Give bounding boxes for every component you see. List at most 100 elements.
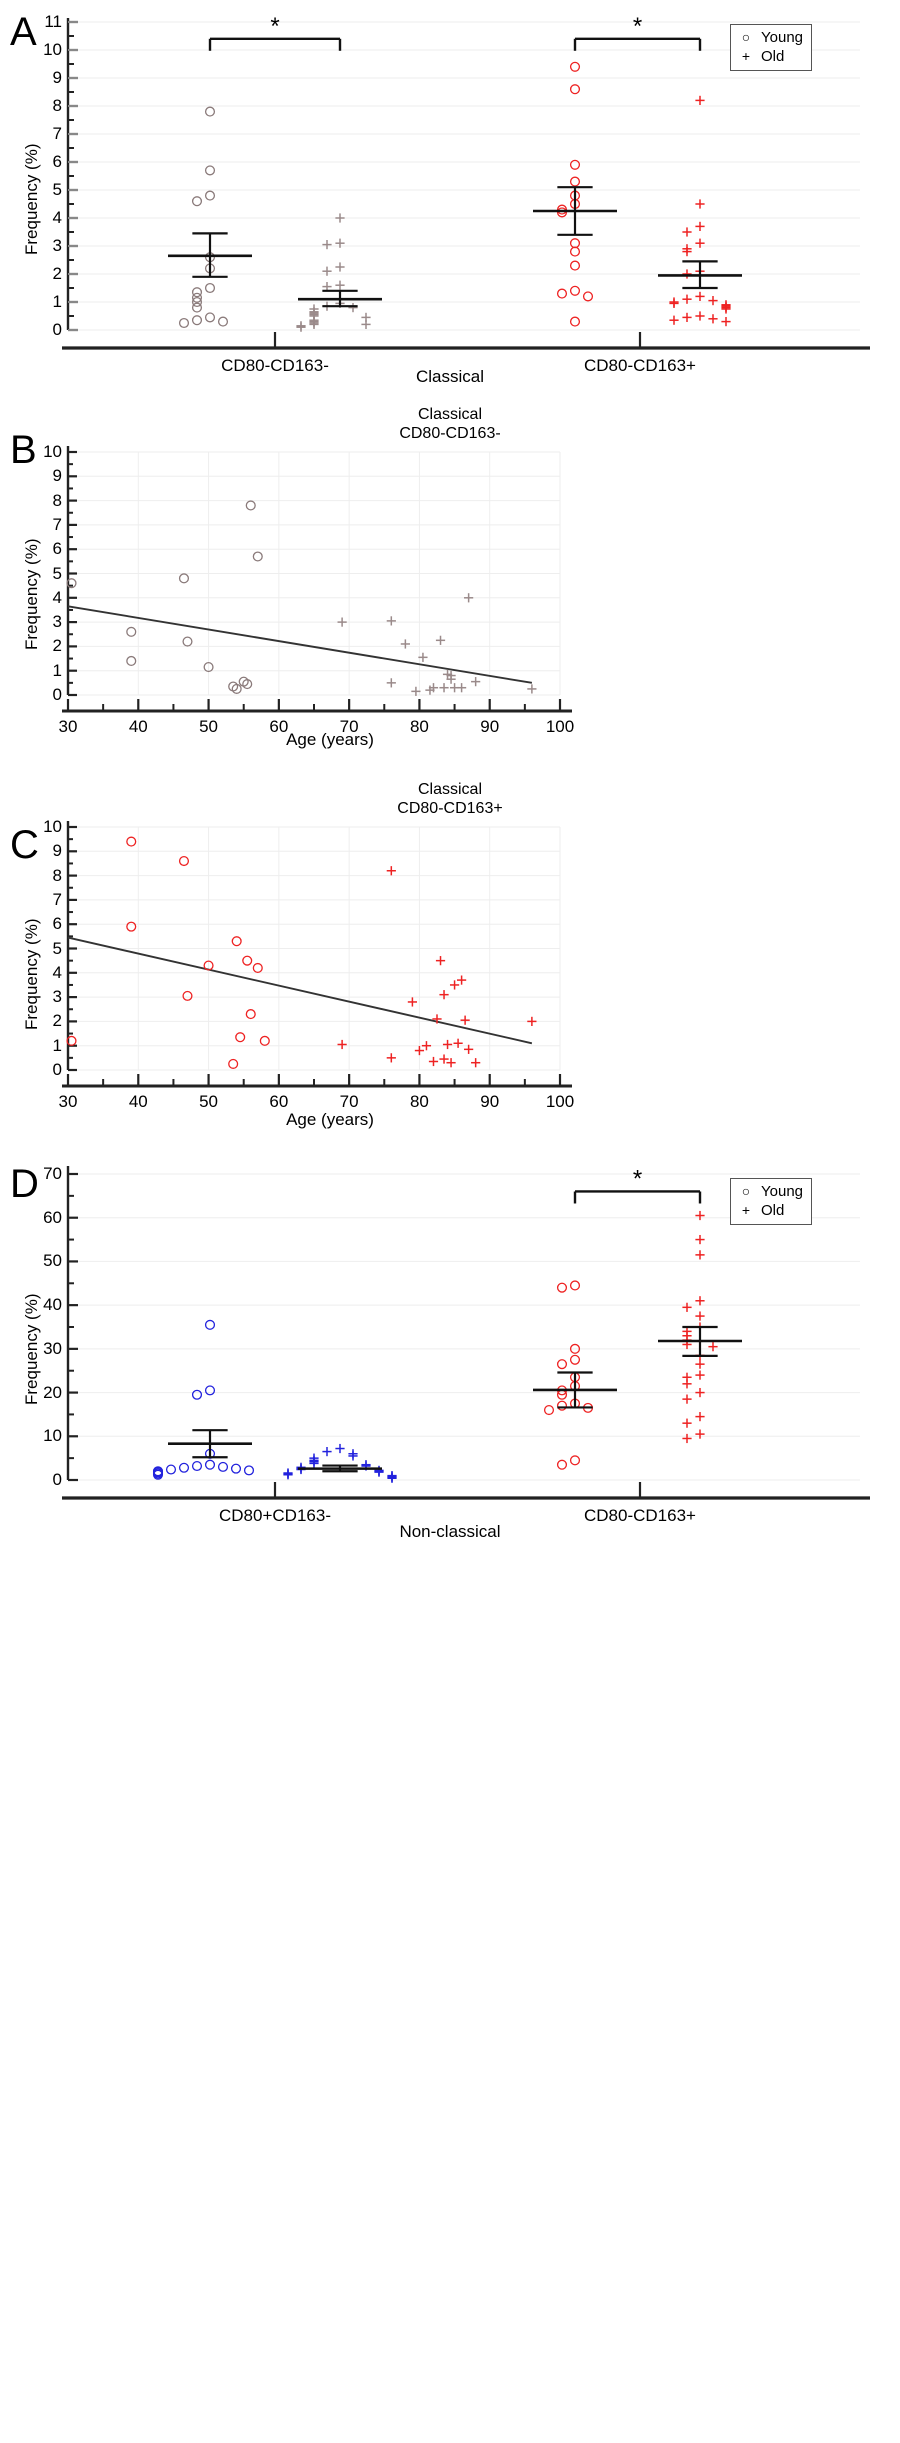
x-tick-label: 90: [480, 717, 500, 736]
data-point-plus: [695, 291, 705, 301]
data-point-circle: [235, 1032, 246, 1043]
data-point-plus: [453, 1038, 463, 1048]
data-point-plus: [682, 1302, 692, 1312]
mean-sem-marker: [533, 1371, 617, 1409]
data-point-plus: [457, 683, 467, 693]
figure-root: A Frequency (%) * * ○ Young + Old Classic…: [0, 0, 900, 2443]
panel-c: Classical CD80-CD163+ C Frequency (%) Ag…: [0, 775, 900, 1150]
data-point-circle: [126, 655, 137, 667]
legend-row-old: + Old: [737, 1201, 803, 1220]
data-point-plus: [695, 1412, 705, 1422]
data-point-plus: [386, 866, 396, 876]
data-point-plus: [708, 1342, 718, 1352]
data-point-circle: [230, 1463, 242, 1474]
data-point-circle: [556, 1359, 568, 1370]
data-point-circle: [204, 106, 216, 117]
data-point-circle: [569, 316, 581, 327]
data-point-plus: [322, 240, 332, 250]
y-tick-label: 0: [52, 1060, 62, 1079]
significance-star: *: [270, 13, 279, 40]
data-point-circle: [191, 315, 203, 326]
data-point-plus: [335, 262, 345, 272]
data-point-circle: [569, 1455, 581, 1466]
panel-c-title: Classical CD80-CD163+: [397, 781, 503, 817]
y-tick-label: 6: [52, 152, 62, 171]
data-point-plus: [682, 269, 692, 279]
y-tick-label: 10: [43, 40, 62, 59]
y-axis: [66, 18, 78, 332]
data-point-circle: [126, 836, 137, 847]
data-point-circle: [126, 921, 137, 932]
data-point-plus: [695, 1387, 705, 1398]
data-point-plus: [460, 1015, 470, 1025]
x-tick-label: 30: [58, 1092, 78, 1111]
y-tick-label: 2: [52, 1011, 62, 1031]
panel-b-title: Classical CD80-CD163-: [399, 406, 501, 442]
plus-icon: +: [741, 48, 751, 64]
panel-d-xlabel: Non-classical: [399, 1522, 501, 1541]
data-point-plus: [527, 684, 537, 694]
data-point-circle: [252, 551, 263, 562]
x-tick-label: 60: [269, 1092, 289, 1111]
y-tick-label: 4: [52, 587, 62, 607]
data-point-plus: [682, 227, 692, 237]
x-group-label: CD80-CD163+: [584, 1506, 696, 1525]
data-point-circle: [217, 316, 229, 327]
data-point-circle: [582, 291, 594, 302]
y-tick-label: 8: [52, 490, 62, 510]
y-tick-label: 6: [52, 914, 62, 934]
legend-label-young: Young: [761, 1183, 803, 1200]
data-point-plus: [695, 1210, 705, 1221]
data-point-circle: [569, 176, 581, 187]
y-tick-label: 0: [52, 685, 62, 704]
data-point-plus: [669, 315, 679, 325]
mean-sem-marker: [168, 1429, 252, 1459]
mean-sem-marker: [533, 186, 617, 236]
y-tick-label: 4: [52, 208, 62, 227]
y-tick-label: 9: [52, 68, 62, 87]
x-tick-label: 40: [128, 1092, 148, 1111]
data-point-plus: [442, 1039, 453, 1050]
data-point-plus: [695, 1250, 705, 1260]
x-tick-label: 70: [339, 717, 359, 736]
data-point-plus: [407, 997, 417, 1007]
x-group-label: CD80-CD163+: [584, 356, 696, 375]
data-point-plus: [708, 296, 718, 306]
data-point-circle: [569, 246, 581, 257]
data-point-plus: [695, 1234, 705, 1245]
y-tick-label: 6: [52, 539, 62, 559]
data-point-plus: [435, 635, 446, 645]
y-tick-label: 8: [52, 96, 62, 115]
data-point-plus: [348, 1451, 358, 1461]
data-point-plus: [361, 319, 371, 329]
data-point-circle: [191, 1389, 203, 1400]
data-layer: *: [152, 1165, 742, 1483]
regression-line: [67, 936, 533, 1045]
y-tick-label: 60: [43, 1207, 62, 1227]
regression-line: [67, 605, 533, 684]
legend-row-old: + Old: [737, 47, 803, 66]
y-tick-label: 11: [44, 12, 62, 31]
mean-sem-marker: [658, 260, 742, 290]
y-tick-label: 5: [52, 938, 62, 958]
x-tick-label: 80: [409, 717, 429, 736]
data-point-plus: [457, 975, 467, 985]
data-point-plus: [283, 1470, 293, 1480]
circle-icon: ○: [741, 1183, 751, 1199]
y-tick-label: 10: [43, 1426, 62, 1446]
y-tick-label: 5: [52, 180, 62, 199]
data-point-circle: [259, 1035, 270, 1046]
data-point-plus: [464, 593, 474, 603]
legend-label-old: Old: [761, 1202, 785, 1219]
data-point-circle: [204, 165, 216, 176]
data-point-circle: [217, 1461, 229, 1472]
panel-d-legend: ○ Young + Old: [730, 1178, 812, 1225]
data-point-plus: [449, 980, 460, 990]
data-point-circle: [178, 1462, 190, 1473]
data-point-circle: [178, 573, 190, 584]
y-tick-label: 4: [52, 962, 62, 982]
data-point-plus: [669, 298, 679, 308]
data-point-plus: [386, 616, 396, 626]
data-point-plus: [335, 1443, 345, 1454]
data-point-circle: [569, 285, 581, 296]
